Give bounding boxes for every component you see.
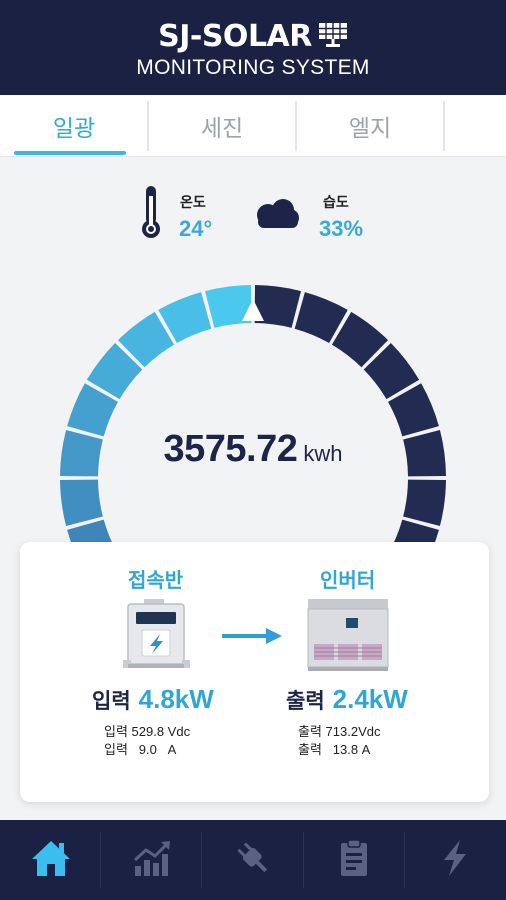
tab-label: 엘지	[348, 115, 392, 141]
nav-power[interactable]	[202, 820, 304, 900]
temperature-value: 24°	[179, 216, 213, 241]
nav-generation[interactable]	[405, 820, 506, 900]
bottom-nav	[0, 820, 506, 900]
inverter-power: 출력 2.4kW	[286, 684, 408, 715]
junction-voltage: 입력 529.8 Vdc	[104, 724, 191, 739]
tab-bar-filler	[444, 95, 506, 156]
junction-power-value: 4.8kW	[138, 684, 214, 714]
gauge-segments	[60, 285, 446, 671]
inverter-current: 출력 13.8 A	[298, 742, 371, 757]
arrow-right-icon	[220, 626, 284, 651]
total-energy-value: 3575.72	[163, 428, 298, 470]
energy-gauge	[0, 270, 506, 671]
junction-box-icon	[122, 598, 192, 677]
temperature-label: 온도	[180, 194, 206, 210]
solar-panel-icon	[318, 22, 348, 53]
brand-row: SJ-SOLAR	[0, 20, 506, 54]
site-tabs: 일광 세진 엘지	[0, 95, 506, 157]
tab-label: 세진	[200, 115, 244, 141]
lightning-icon	[434, 838, 476, 883]
chart-icon	[131, 838, 173, 883]
junction-title: 접속반	[128, 570, 184, 592]
tab-ilgwang[interactable]: 일광	[0, 95, 149, 157]
power-flow-card: 접속반 인버터 입력 4.8kW 입력 529.8 Vdc 입력 9.0 A 출…	[20, 542, 489, 802]
thermometer-icon	[140, 184, 162, 245]
cloud-icon	[250, 196, 302, 237]
weather-panel: 온도 24° 습도 33%	[0, 184, 506, 244]
inverter-voltage: 출력 713.2Vdc	[298, 724, 381, 739]
junction-current: 입력 9.0 A	[104, 742, 177, 757]
app-header: SJ-SOLAR MONITORING SYSTEM	[0, 0, 506, 95]
brand-subtitle: MONITORING SYSTEM	[136, 56, 370, 79]
nav-home[interactable]	[0, 820, 102, 900]
total-energy-unit: kwh	[303, 441, 343, 466]
plug-icon	[232, 838, 274, 883]
inverter-power-value: 2.4kW	[332, 684, 408, 714]
inverter-power-label: 출력	[286, 690, 325, 713]
gauge-segment	[254, 285, 301, 328]
tab-label: 일광	[52, 115, 96, 141]
brand-title: SJ-SOLAR	[158, 19, 312, 54]
clipboard-icon	[333, 838, 375, 883]
active-tab-indicator	[14, 151, 126, 155]
gauge-segment	[60, 479, 103, 526]
total-energy: 3575.72 kwh	[0, 428, 506, 471]
nav-report[interactable]	[304, 820, 406, 900]
home-icon	[30, 838, 72, 883]
junction-power-label: 입력	[92, 690, 131, 713]
nav-statistics[interactable]	[101, 820, 203, 900]
humidity-label: 습도	[323, 194, 349, 210]
tab-sejin[interactable]: 세진	[148, 95, 297, 157]
inverter-title: 인버터	[320, 570, 376, 592]
gauge-segment	[403, 479, 446, 526]
inverter-icon	[306, 598, 390, 677]
tab-lg[interactable]: 엘지	[296, 95, 445, 157]
gauge-segment	[205, 285, 252, 328]
humidity-value: 33%	[319, 216, 364, 241]
junction-power: 입력 4.8kW	[92, 684, 214, 715]
